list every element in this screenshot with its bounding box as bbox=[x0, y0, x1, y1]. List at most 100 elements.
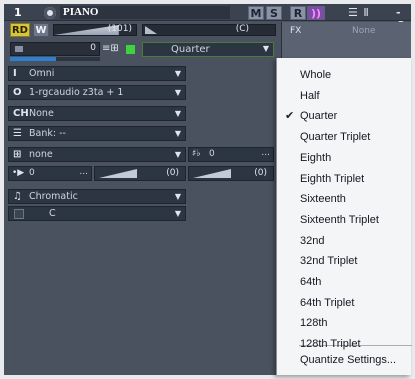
solo-button[interactable]: S bbox=[266, 6, 282, 20]
quantize-menu-item[interactable]: 128th Triplet bbox=[277, 335, 412, 354]
quantize-value: Quarter bbox=[171, 44, 210, 55]
menu-item-label: Whole bbox=[300, 69, 332, 81]
velocity-slider[interactable]: (0) bbox=[94, 166, 186, 181]
patch-dropdown[interactable]: ⊞ none ▼ bbox=[8, 147, 186, 162]
chevron-down-icon: ▼ bbox=[174, 69, 181, 78]
volume-slider[interactable]: (101) bbox=[53, 24, 137, 36]
quantize-menu-item[interactable]: ✔ Quarter bbox=[277, 107, 412, 126]
meter-field[interactable]: 0 bbox=[10, 42, 100, 56]
key-offset-value: 0 bbox=[209, 149, 215, 159]
output-dropdown[interactable]: O 1-rgcaudio z3ta + 1 ▼ bbox=[8, 85, 186, 100]
quantize-menu-item[interactable]: Sixteenth bbox=[277, 190, 412, 209]
key-offset-icon: ♯♭ bbox=[192, 149, 201, 159]
chevron-down-icon: ▼ bbox=[174, 129, 181, 138]
root-note-label: C bbox=[49, 208, 56, 219]
scale-dropdown[interactable]: ♫ Chromatic ▼ bbox=[8, 189, 186, 204]
pan-slider[interactable]: (C) bbox=[142, 24, 276, 36]
scale-icon: ♫ bbox=[13, 191, 22, 202]
quantize-menu-item[interactable]: 64th bbox=[277, 273, 412, 292]
menu-item-label: Sixteenth bbox=[300, 193, 346, 206]
menu-item-label: Half bbox=[300, 89, 320, 102]
meter-bar-empty bbox=[56, 57, 100, 61]
quantize-menu-item[interactable]: Quarter Triplet bbox=[277, 128, 412, 147]
input-label: Omni bbox=[29, 68, 55, 79]
pan-value: (C) bbox=[235, 24, 249, 34]
fx-label: FX bbox=[290, 26, 302, 36]
record-arm-icon[interactable] bbox=[44, 7, 56, 19]
quantize-menu-item[interactable]: Sixteenth Triplet bbox=[277, 211, 412, 230]
chevron-down-icon: ▼ bbox=[174, 88, 181, 97]
quantize-menu-item[interactable]: 128th bbox=[277, 314, 412, 333]
bank-label: Bank: -- bbox=[29, 128, 66, 139]
key-offset-more: ... bbox=[261, 148, 270, 158]
write-automation-button[interactable]: W bbox=[33, 23, 49, 37]
quantize-menu: Quantize Settings... Whole Half ✔ Quarter Qu… bbox=[276, 58, 412, 375]
track-number: 1 bbox=[14, 6, 22, 19]
quantize-menu-item[interactable]: 64th Triplet bbox=[277, 294, 412, 313]
track-name-field[interactable]: PIANO bbox=[60, 6, 230, 19]
bank-dropdown[interactable]: ☰ Bank: -- ▼ bbox=[8, 126, 186, 141]
volume-value: (101) bbox=[107, 24, 132, 34]
menu-item-label: Sixteenth Triplet bbox=[300, 213, 379, 226]
snap-grid-icon[interactable]: ≡⊞ bbox=[102, 43, 119, 54]
input-quantize-toggle[interactable] bbox=[126, 45, 135, 54]
checkmark-icon: ✔ bbox=[285, 110, 295, 123]
transpose-more: ... bbox=[79, 167, 88, 177]
quantize-menu-item[interactable]: Eighth Triplet bbox=[277, 170, 412, 189]
quantize-menu-item[interactable]: 32nd bbox=[277, 232, 412, 251]
key-offset-field[interactable]: ♯♭ 0 ... bbox=[188, 147, 274, 162]
chevron-down-icon: ▼ bbox=[262, 44, 269, 53]
velocity-wedge-icon bbox=[99, 169, 137, 178]
transpose-field[interactable]: •▶ 0 ... bbox=[8, 166, 92, 181]
chevron-down-icon: ▼ bbox=[174, 150, 181, 159]
fx-value: None bbox=[352, 26, 376, 36]
menu-item-label: 128th bbox=[300, 317, 328, 330]
mute-button[interactable]: M bbox=[248, 6, 264, 20]
root-note-dropdown[interactable]: C ▼ bbox=[8, 206, 186, 221]
quantize-menu-item[interactable]: Whole bbox=[277, 66, 412, 85]
track-header: 1 PIANO M S R )) ☰ Ⅱ - C bbox=[4, 4, 411, 32]
meter-icon bbox=[15, 46, 23, 52]
time-wedge-icon bbox=[193, 169, 231, 178]
menu-item-label: Eighth Triplet bbox=[300, 172, 365, 185]
pan-wedge-icon bbox=[145, 26, 157, 34]
channel-label: None bbox=[29, 108, 54, 119]
transpose-value: 0 bbox=[29, 168, 35, 178]
transpose-icon: •▶ bbox=[12, 168, 25, 178]
meter-bar bbox=[10, 57, 56, 61]
scale-label: Chromatic bbox=[29, 191, 78, 202]
quantize-menu-item[interactable]: Half bbox=[277, 87, 412, 106]
menu-item-label: 32nd Triplet bbox=[300, 255, 358, 268]
channel-dropdown[interactable]: CH None ▼ bbox=[8, 106, 186, 121]
input-quantize-row: 0 ≡⊞ Quarter ▼ bbox=[4, 41, 280, 63]
chevron-down-icon: ▼ bbox=[174, 209, 181, 218]
read-automation-button[interactable]: RD bbox=[10, 23, 30, 37]
scale-enable-checkbox[interactable] bbox=[14, 209, 24, 219]
chevron-down-icon: ▼ bbox=[174, 109, 181, 118]
volume-pan-row: RD W (101) (C) bbox=[4, 22, 280, 39]
bank-icon: ☰ bbox=[13, 128, 22, 139]
record-button[interactable]: R bbox=[290, 6, 306, 20]
quantize-dropdown[interactable]: Quarter ▼ bbox=[142, 42, 274, 57]
input-dropdown[interactable]: I Omni ▼ bbox=[8, 66, 186, 81]
patch-icon: ⊞ bbox=[13, 149, 22, 160]
menu-item-label: Quarter bbox=[300, 110, 338, 123]
menu-item-label: 64th bbox=[300, 276, 322, 288]
menu-item-label: 64th Triplet bbox=[300, 296, 355, 309]
channel-icon: CH bbox=[13, 108, 29, 119]
track-view-icons[interactable]: ☰ Ⅱ bbox=[348, 6, 370, 19]
menu-item-label: 128th Triplet bbox=[300, 338, 361, 351]
quantize-menu-item[interactable]: 32nd Triplet bbox=[277, 252, 412, 271]
menu-item-label: 32nd bbox=[300, 234, 325, 247]
output-label: 1-rgcaudio z3ta + 1 bbox=[29, 87, 124, 98]
time-offset-value: (0) bbox=[254, 168, 267, 178]
quantize-menu-item[interactable]: Eighth bbox=[277, 149, 412, 168]
patch-label: none bbox=[29, 149, 53, 160]
menu-item-label: Eighth bbox=[300, 151, 332, 164]
meter-value: 0 bbox=[90, 43, 96, 53]
velocity-value: (0) bbox=[166, 168, 179, 178]
chevron-down-icon: ▼ bbox=[174, 192, 181, 201]
output-icon: O bbox=[13, 87, 22, 98]
input-echo-button[interactable]: )) bbox=[307, 6, 325, 20]
time-offset-slider[interactable]: (0) bbox=[188, 166, 274, 181]
